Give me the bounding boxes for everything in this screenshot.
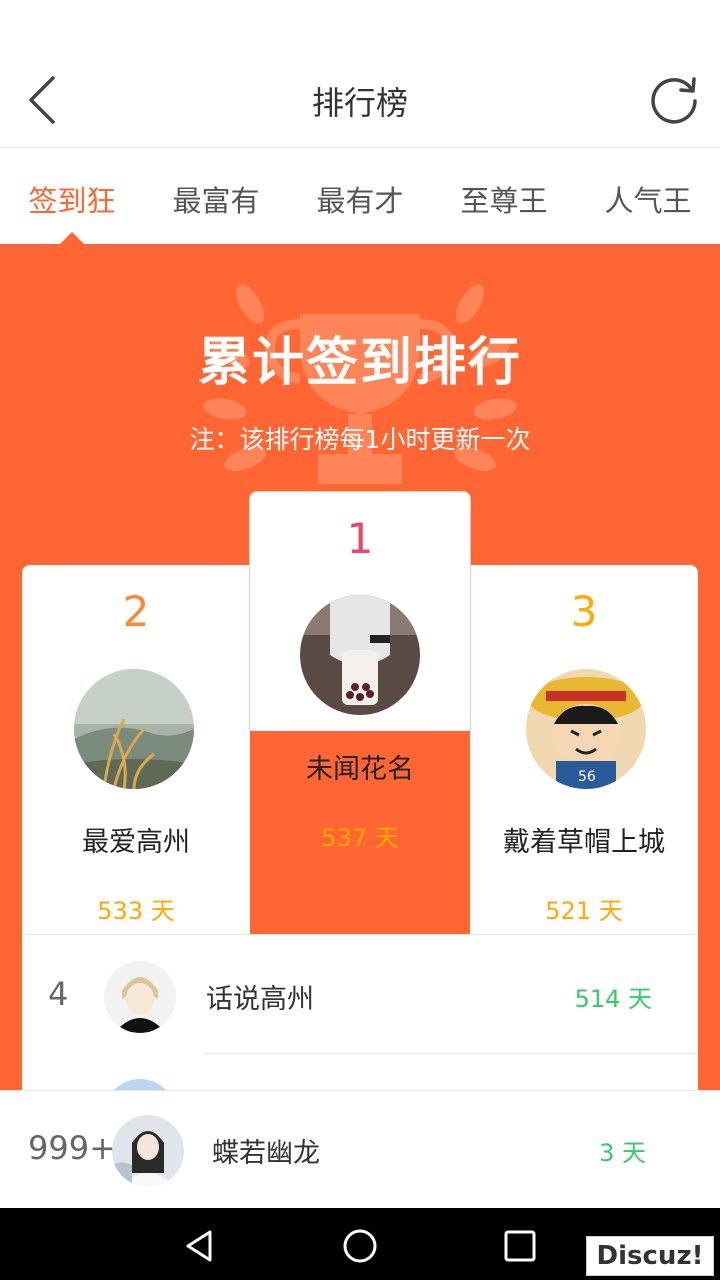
ranking-note: 注：该排行榜每1小时更新一次 (189, 425, 531, 454)
podium-third[interactable]: 3 56 戴着草帽上城 521 天 (470, 565, 698, 935)
tab-popular[interactable]: 人气王 (576, 149, 720, 244)
tab-richest[interactable]: 最富有 (144, 149, 288, 244)
podium-days: 533 天 (97, 897, 175, 925)
avatar (112, 1115, 184, 1187)
home-circle-icon[interactable] (340, 1226, 380, 1266)
avatar: 56 (526, 669, 646, 789)
table-row[interactable]: 4 话说高州 514 天 (22, 935, 698, 1055)
my-days: 3 天 (599, 1139, 646, 1167)
podium-rank-label: 3 (570, 587, 598, 636)
svg-text:56: 56 (578, 769, 596, 785)
podium-rank-label: 2 (122, 587, 150, 636)
podium-name: 最爱高州 (82, 827, 190, 858)
podium-name: 未闻花名 (306, 754, 414, 785)
page-title: 排行榜 (311, 84, 408, 122)
discuz-watermark: Discuz! (586, 1236, 714, 1276)
my-rank-bar[interactable]: 999+ 蝶若幽龙 3 天 (0, 1090, 720, 1208)
avatar (74, 669, 194, 789)
back-triangle-icon[interactable] (180, 1226, 220, 1266)
tab-supreme[interactable]: 至尊王 (432, 149, 576, 244)
row-days: 514 天 (574, 985, 652, 1013)
avatar (104, 1079, 176, 1090)
podium-rank-label: 1 (346, 514, 374, 563)
active-tab-indicator (60, 232, 84, 244)
ranking-list: 4 话说高州 514 天 (22, 934, 698, 1090)
status-bar (0, 0, 720, 50)
row-divider (204, 1053, 698, 1054)
tab-checkin[interactable]: 签到狂 (0, 149, 144, 244)
my-name: 蝶若幽龙 (212, 1138, 320, 1169)
refresh-icon (651, 77, 697, 124)
recents-square-icon[interactable] (500, 1226, 540, 1266)
app-header: 排行榜 (0, 50, 720, 148)
podium-name: 戴着草帽上城 (503, 827, 665, 858)
ranking-heading: 累计签到排行 (197, 333, 522, 393)
podium-days: 521 天 (545, 897, 623, 925)
avatar (300, 595, 420, 715)
tab-talented[interactable]: 最有才 (288, 149, 432, 244)
my-rank-label: 999+ (28, 1129, 116, 1167)
row-name: 话说高州 (206, 984, 314, 1015)
podium-second[interactable]: 2 最爱高州 533 天 (22, 565, 250, 935)
row-rank: 4 (48, 975, 69, 1013)
refresh-button[interactable] (642, 68, 706, 132)
avatar (104, 961, 176, 1033)
tab-bar: 签到狂 最富有 最有才 至尊王 人气王 (0, 149, 720, 244)
podium-first-days: 537 天 (321, 824, 399, 852)
podium-first[interactable]: 1 未闻花名 (249, 491, 471, 785)
